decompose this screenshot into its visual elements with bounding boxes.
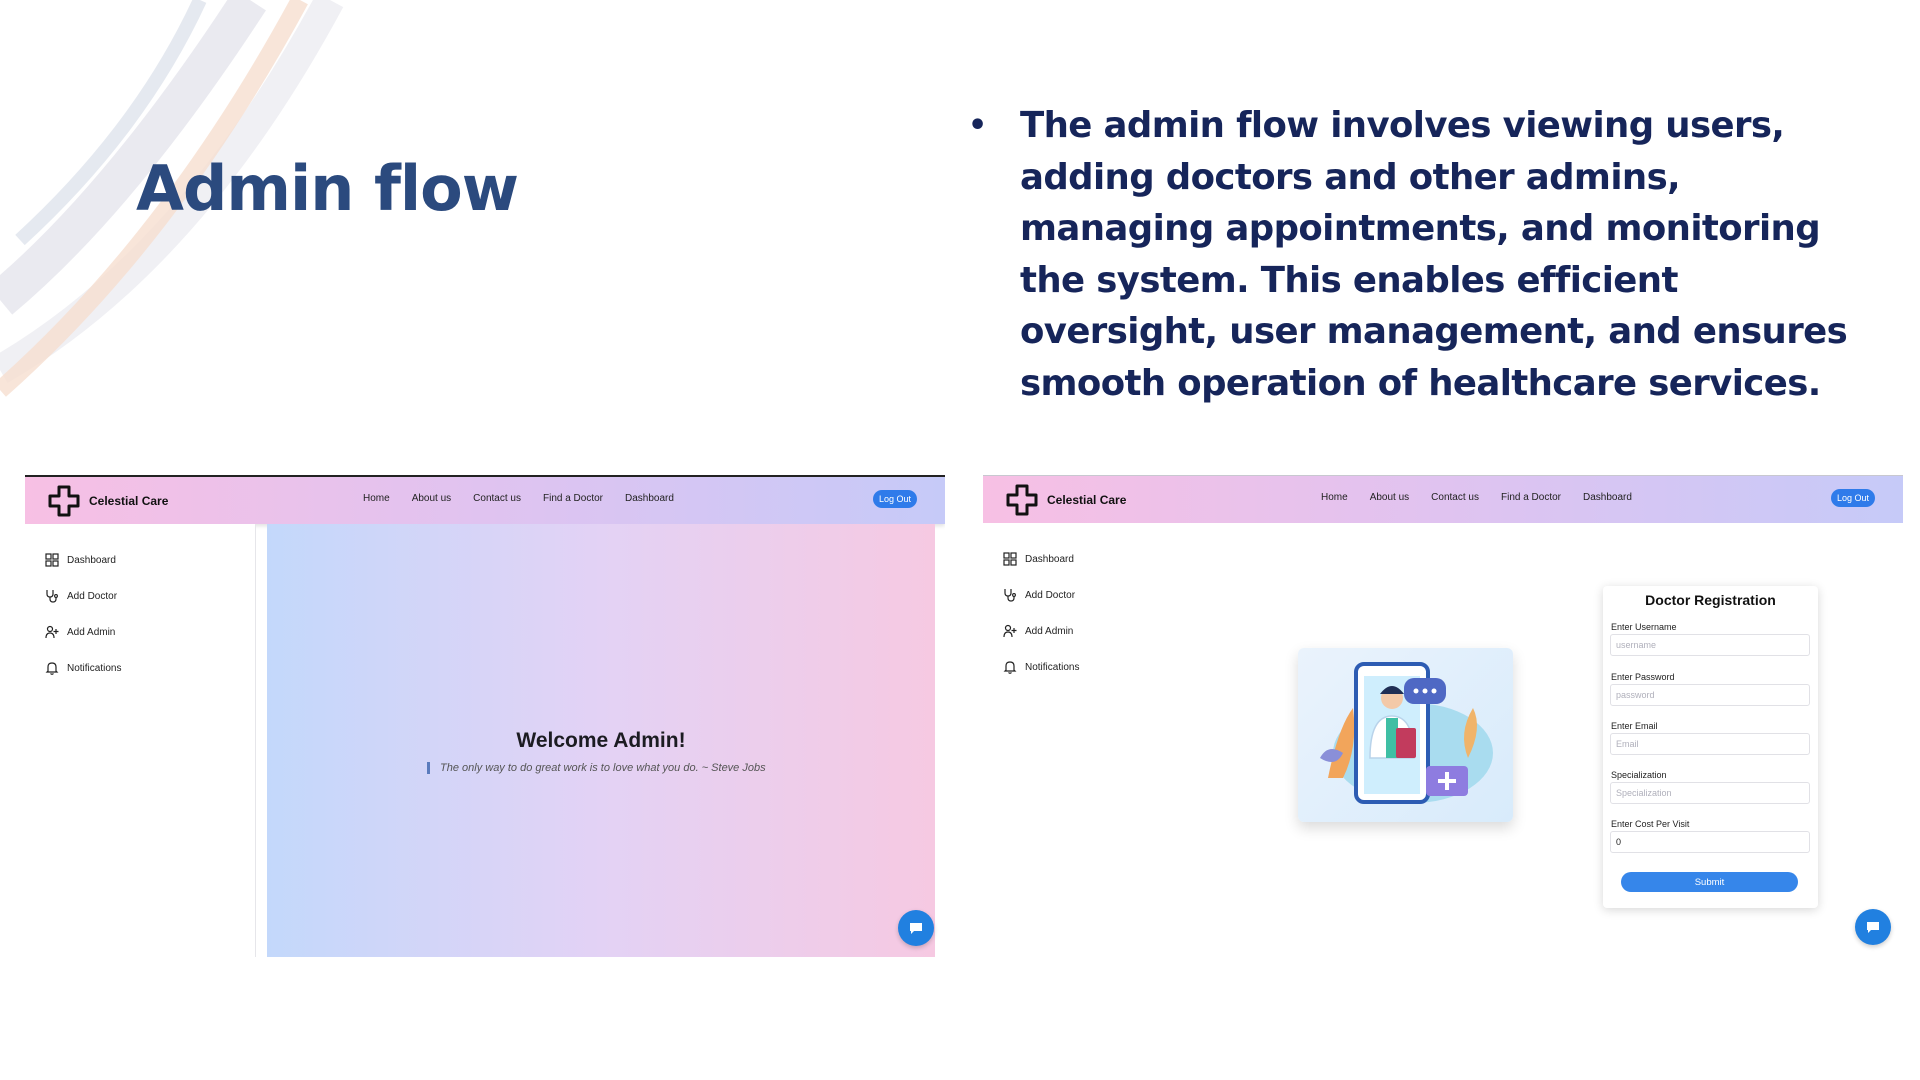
nav-find-doctor[interactable]: Find a Doctor bbox=[1501, 492, 1561, 503]
user-plus-icon bbox=[1003, 624, 1017, 638]
nav-about[interactable]: About us bbox=[1370, 492, 1409, 503]
brand[interactable]: Celestial Care bbox=[1005, 483, 1126, 517]
sidebar-item-add-admin[interactable]: Add Admin bbox=[1003, 624, 1073, 638]
sidebar-item-label: Notifications bbox=[67, 662, 122, 674]
chat-button[interactable] bbox=[898, 910, 934, 946]
nav-contact[interactable]: Contact us bbox=[473, 493, 521, 504]
nav-home[interactable]: Home bbox=[363, 493, 390, 504]
sidebar-item-dashboard[interactable]: Dashboard bbox=[1003, 552, 1074, 566]
bell-icon bbox=[1003, 661, 1017, 674]
nav-about[interactable]: About us bbox=[412, 493, 451, 504]
nav-dashboard[interactable]: Dashboard bbox=[1583, 492, 1632, 503]
sidebar-item-label: Add Admin bbox=[1025, 625, 1074, 637]
email-input[interactable] bbox=[1610, 733, 1810, 755]
sidebar-item-dashboard[interactable]: Dashboard bbox=[45, 553, 116, 567]
doctor-registration-form: Doctor Registration Enter Username Enter… bbox=[1603, 586, 1818, 908]
logout-button[interactable]: Log Out bbox=[872, 490, 917, 508]
sidebar-item-notifications[interactable]: Notifications bbox=[45, 661, 121, 675]
nav-menu: Home About us Contact us Find a Doctor D… bbox=[1321, 492, 1632, 503]
chat-icon bbox=[1867, 922, 1879, 933]
password-label: Enter Password bbox=[1611, 672, 1675, 682]
cost-input[interactable] bbox=[1610, 831, 1810, 853]
navbar: Celestial Care Home About us Contact us … bbox=[25, 477, 945, 524]
bullet-icon: • bbox=[968, 108, 987, 143]
brand-name: Celestial Care bbox=[89, 494, 169, 508]
slide-title: Admin flow bbox=[136, 152, 519, 225]
sidebar-item-label: Dashboard bbox=[1025, 553, 1074, 565]
doctor-phone-icon bbox=[1320, 662, 1493, 804]
sidebar: Dashboard Add Doctor Add Admin Notificat… bbox=[25, 524, 256, 957]
form-title: Doctor Registration bbox=[1645, 592, 1776, 608]
user-plus-icon bbox=[45, 625, 59, 639]
sidebar-item-label: Dashboard bbox=[67, 554, 116, 566]
doctor-illustration bbox=[1298, 648, 1513, 822]
sidebar-item-label: Add Admin bbox=[67, 626, 116, 638]
bullet-text: The admin flow involves viewing users, a… bbox=[1020, 105, 1848, 404]
sidebar: Dashboard Add Doctor Add Admin Notificat… bbox=[983, 523, 1214, 956]
grid-icon bbox=[45, 553, 59, 567]
email-label: Enter Email bbox=[1611, 721, 1658, 731]
nav-home[interactable]: Home bbox=[1321, 492, 1348, 503]
admin-dashboard-screenshot: Celestial Care Home About us Contact us … bbox=[25, 475, 945, 957]
cost-label: Enter Cost Per Visit bbox=[1611, 819, 1690, 829]
specialization-label: Specialization bbox=[1611, 770, 1667, 780]
stethoscope-icon bbox=[1004, 589, 1016, 602]
username-input[interactable] bbox=[1610, 634, 1810, 656]
sidebar-item-notifications[interactable]: Notifications bbox=[1003, 660, 1079, 674]
bell-icon bbox=[45, 662, 59, 675]
dashboard-main: Welcome Admin! The only way to do great … bbox=[267, 524, 935, 957]
logout-button[interactable]: Log Out bbox=[1830, 489, 1875, 507]
brand[interactable]: Celestial Care bbox=[47, 484, 168, 518]
chat-icon bbox=[910, 923, 922, 934]
sidebar-item-label: Notifications bbox=[1025, 661, 1080, 673]
doctor-registration-screenshot: Celestial Care Home About us Contact us … bbox=[983, 475, 1903, 956]
nav-find-doctor[interactable]: Find a Doctor bbox=[543, 493, 603, 504]
nav-contact[interactable]: Contact us bbox=[1431, 492, 1479, 503]
cross-logo-icon bbox=[48, 485, 80, 517]
sidebar-item-label: Add Doctor bbox=[67, 590, 118, 602]
nav-menu: Home About us Contact us Find a Doctor D… bbox=[363, 493, 674, 504]
specialization-input[interactable] bbox=[1610, 782, 1810, 804]
brand-name: Celestial Care bbox=[1047, 493, 1127, 507]
username-label: Enter Username bbox=[1611, 622, 1677, 632]
sidebar-item-add-doctor[interactable]: Add Doctor bbox=[1003, 588, 1075, 602]
stethoscope-icon bbox=[46, 590, 58, 603]
sidebar-item-label: Add Doctor bbox=[1025, 589, 1076, 601]
nav-dashboard[interactable]: Dashboard bbox=[625, 493, 674, 504]
sidebar-item-add-doctor[interactable]: Add Doctor bbox=[45, 589, 117, 603]
bullet-point: • The admin flow involves viewing users,… bbox=[968, 100, 1848, 409]
registration-main: Doctor Registration Enter Username Enter… bbox=[1213, 523, 1903, 956]
sidebar-item-add-admin[interactable]: Add Admin bbox=[45, 625, 115, 639]
quote: The only way to do great work is to love… bbox=[427, 762, 766, 774]
welcome-heading: Welcome Admin! bbox=[516, 729, 686, 752]
submit-button[interactable]: Submit bbox=[1621, 872, 1798, 892]
grid-icon bbox=[1003, 552, 1017, 566]
cross-logo-icon bbox=[1006, 484, 1038, 516]
navbar: Celestial Care Home About us Contact us … bbox=[983, 476, 1903, 523]
password-input[interactable] bbox=[1610, 684, 1810, 706]
chat-button[interactable] bbox=[1855, 909, 1891, 945]
